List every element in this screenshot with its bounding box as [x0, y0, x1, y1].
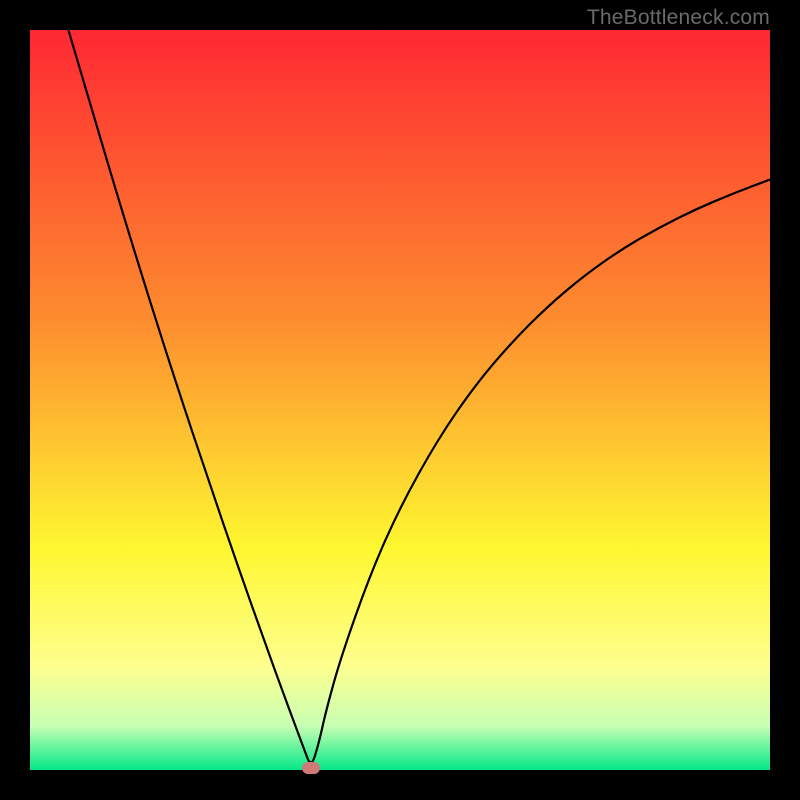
- chart-frame: [30, 30, 770, 770]
- minimum-marker: [302, 762, 320, 774]
- chart-svg: [30, 30, 770, 770]
- gradient-background: [30, 30, 770, 770]
- watermark-text: TheBottleneck.com: [587, 6, 770, 30]
